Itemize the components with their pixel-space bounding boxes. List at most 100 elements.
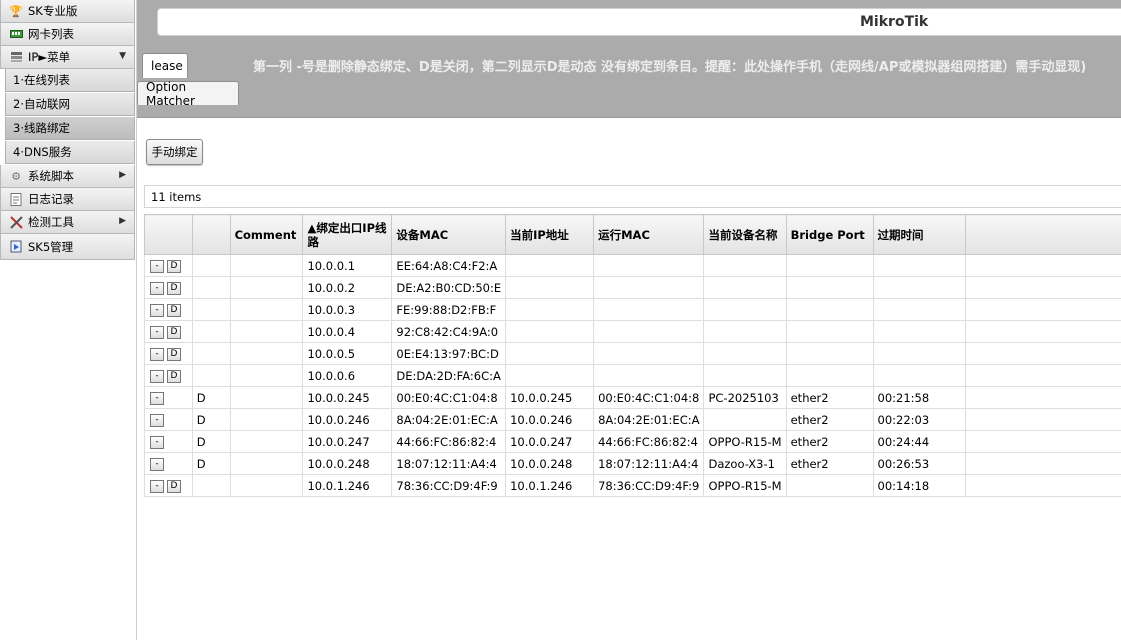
cell-filler — [964, 386, 1121, 409]
sidebar-subitem-auto-connect[interactable]: 2·自动联网 — [5, 93, 135, 116]
cell-bridge-port: ether2 — [785, 452, 874, 475]
remove-binding-button[interactable]: - — [150, 303, 164, 317]
cell-comment — [229, 408, 304, 431]
cell-bind-ip: 10.0.0.6 — [302, 364, 393, 387]
col-header-actions[interactable] — [144, 214, 193, 255]
cell-device-mac: DE:A2:B0:CD:50:E — [391, 276, 507, 299]
col-header-device-name[interactable]: 当前设备名称 — [703, 214, 787, 255]
col-header-bridge-port[interactable]: Bridge Port — [785, 214, 874, 255]
disable-button[interactable]: D — [167, 303, 181, 317]
cell-filler — [964, 276, 1121, 299]
col-header-running-mac[interactable]: 运行MAC — [593, 214, 705, 255]
sidebar-item-label: SK5管理 — [28, 239, 74, 254]
cell-comment — [229, 298, 304, 321]
remove-binding-button[interactable]: - — [150, 479, 164, 493]
table-row[interactable]: - D 10.0.0.246 8A:04:2E:01:EC:A 10.0.0.246 8A… — [144, 408, 1121, 431]
col-header-current-ip[interactable]: 当前IP地址 — [505, 214, 595, 255]
cell-device-mac: 44:66:FC:86:82:4 — [391, 430, 507, 453]
remove-binding-button[interactable]: - — [150, 347, 164, 361]
col-header-flag[interactable] — [191, 214, 231, 255]
tools-icon — [9, 215, 23, 229]
sidebar-item-nic-list[interactable]: 网卡列表 — [0, 23, 135, 46]
trophy-icon: 🏆 — [9, 4, 23, 18]
cell-flag — [191, 364, 231, 387]
cell-filler — [964, 342, 1121, 365]
remove-binding-button[interactable]: - — [150, 259, 164, 273]
col-header-comment[interactable]: Comment — [229, 214, 304, 255]
sidebar-item-log[interactable]: 日志记录 — [0, 188, 135, 211]
cell-device-name — [703, 408, 787, 431]
remove-binding-button[interactable]: - — [150, 281, 164, 295]
ip-icon — [9, 50, 23, 64]
cell-current-ip: 10.0.0.245 — [505, 386, 595, 409]
cell-device-name: PC-2025103 — [703, 386, 787, 409]
remove-binding-button[interactable]: - — [150, 435, 164, 449]
cell-expire: 00:26:53 — [872, 452, 966, 475]
cell-device-name: OPPO-R15-M — [703, 430, 787, 453]
table-row[interactable]: - D 10.0.0.245 00:E0:4C:C1:04:8 10.0.0.245 00… — [144, 386, 1121, 409]
header: MikroTik lease Option Matcher 第一列 -号是删除静… — [137, 0, 1121, 118]
col-header-device-mac[interactable]: 设备MAC — [391, 214, 507, 255]
table-row[interactable]: - D 10.0.0.3 FE:99:88:D2:FB:F — [144, 298, 1121, 321]
sidebar-item-sk-pro[interactable]: 🏆 SK专业版 — [0, 0, 135, 23]
sidebar-subitem-label: 2·自动联网 — [13, 97, 70, 111]
cell-filler — [964, 430, 1121, 453]
table-row[interactable]: - D 10.0.1.246 78:36:CC:D9:4F:9 10.0.1.246 78… — [144, 474, 1121, 497]
sidebar-item-label: 日志记录 — [28, 192, 74, 206]
app-title: MikroTik — [860, 14, 929, 30]
disable-button[interactable]: D — [167, 259, 181, 273]
cell-comment — [229, 276, 304, 299]
cell-device-mac: DE:DA:2D:FA:6C:A — [391, 364, 507, 387]
table-row[interactable]: - D 10.0.0.4 92:C8:42:C4:9A:0 — [144, 320, 1121, 343]
table-row[interactable]: - D 10.0.0.1 EE:64:A8:C4:F2:A — [144, 254, 1121, 277]
tab-lease[interactable]: lease — [142, 53, 188, 78]
cell-expire: 00:22:03 — [872, 408, 966, 431]
cell-expire — [872, 254, 966, 277]
disable-button[interactable]: D — [167, 369, 181, 383]
cell-comment — [229, 364, 304, 387]
cell-bind-ip: 10.0.0.246 — [302, 408, 393, 431]
cell-device-mac: 92:C8:42:C4:9A:0 — [391, 320, 507, 343]
lease-table-wrap: Comment ▲绑定出口IP线路 设备MAC 当前IP地址 运行MAC 当前设… — [144, 214, 1121, 497]
table-row[interactable]: - D 10.0.0.248 18:07:12:11:A4:4 10.0.0.248 18… — [144, 452, 1121, 475]
disable-button[interactable]: D — [167, 347, 181, 361]
col-header-filler — [964, 214, 1121, 255]
cell-expire — [872, 276, 966, 299]
sidebar-item-ip-menu[interactable]: IP►菜单 ▼ — [0, 46, 135, 69]
cell-bind-ip: 10.0.0.248 — [302, 452, 393, 475]
sidebar-subitem-label: 4·DNS服务 — [13, 145, 72, 159]
tab-option-matcher[interactable]: Option Matcher — [137, 80, 239, 108]
table-row[interactable]: - D 10.0.0.6 DE:DA:2D:FA:6C:A — [144, 364, 1121, 387]
cell-device-mac: FE:99:88:D2:FB:F — [391, 298, 507, 321]
sidebar-subitem-line-binding[interactable]: 3·线路绑定 — [5, 117, 135, 140]
cell-filler — [964, 298, 1121, 321]
table-row[interactable]: - D 10.0.0.5 0E:E4:13:97:BC:D — [144, 342, 1121, 365]
cell-actions: - — [144, 408, 193, 431]
cell-current-ip — [505, 254, 595, 277]
table-row[interactable]: - D 10.0.0.2 DE:A2:B0:CD:50:E — [144, 276, 1121, 299]
disable-button[interactable]: D — [167, 479, 181, 493]
cell-current-ip: 10.0.0.246 — [505, 408, 595, 431]
remove-binding-button[interactable]: - — [150, 391, 164, 405]
cell-current-ip — [505, 320, 595, 343]
cell-bind-ip: 10.0.0.4 — [302, 320, 393, 343]
col-header-bind-ip[interactable]: ▲绑定出口IP线路 — [302, 214, 393, 255]
cell-bridge-port — [785, 474, 874, 497]
remove-binding-button[interactable]: - — [150, 457, 164, 471]
remove-binding-button[interactable]: - — [150, 325, 164, 339]
sidebar-item-system-script[interactable]: ⚙ 系统脚本 ▶ — [0, 165, 135, 188]
gear-icon: ⚙ — [11, 169, 21, 183]
remove-binding-button[interactable]: - — [150, 413, 164, 427]
sidebar-subitem-online-list[interactable]: 1·在线列表 — [5, 69, 135, 92]
sidebar-item-sk5-manage[interactable]: SK5管理 — [0, 234, 135, 260]
table-row[interactable]: - D 10.0.0.247 44:66:FC:86:82:4 10.0.0.247 44… — [144, 430, 1121, 453]
remove-binding-button[interactable]: - — [150, 369, 164, 383]
cell-bridge-port — [785, 298, 874, 321]
sidebar-subitem-dns-service[interactable]: 4·DNS服务 — [5, 141, 135, 164]
cell-device-name — [703, 320, 787, 343]
manual-bind-button[interactable]: 手动绑定 — [146, 139, 203, 165]
col-header-expire[interactable]: 过期时间 — [872, 214, 966, 255]
sidebar-item-diagnostic-tools[interactable]: 检测工具 ▶ — [0, 211, 135, 234]
disable-button[interactable]: D — [167, 325, 181, 339]
disable-button[interactable]: D — [167, 281, 181, 295]
